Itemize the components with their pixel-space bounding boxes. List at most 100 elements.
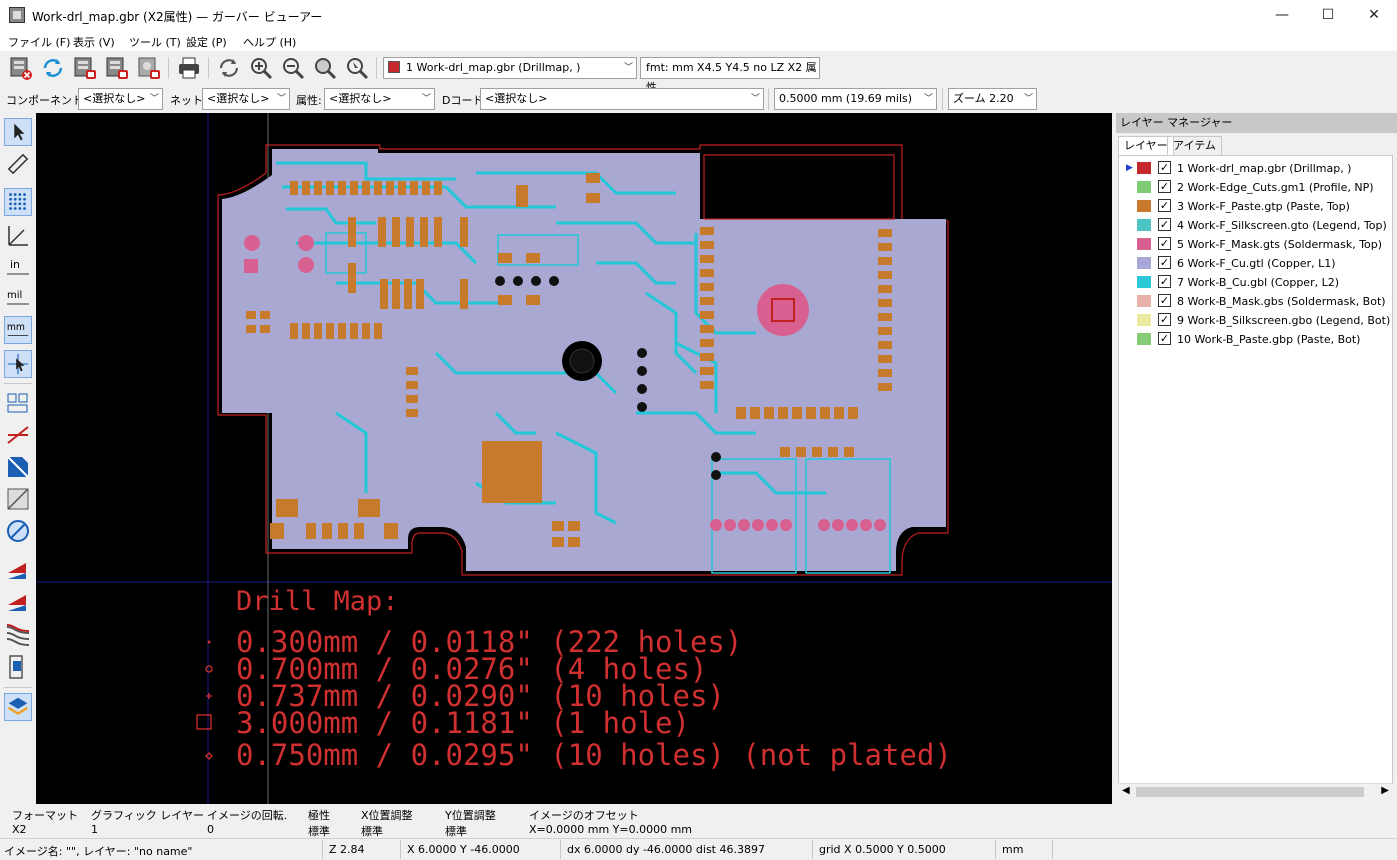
layer-color-swatch[interactable] [1137, 257, 1151, 269]
layer-color-swatch[interactable] [1137, 162, 1151, 174]
select-arrow-icon[interactable] [4, 118, 32, 146]
layers-diff-mode-icon[interactable] [4, 555, 32, 583]
layer-color-swatch[interactable] [1137, 219, 1151, 231]
tab-items[interactable]: アイテム [1167, 136, 1222, 155]
scrollbar-thumb[interactable] [1136, 787, 1364, 797]
dcodes-display-icon[interactable] [4, 517, 32, 545]
format-value: X2 [12, 823, 27, 836]
menu-bar: ファイル (F) 表示 (V) ツール (T) 設定 (P) ヘルプ (H) [0, 31, 1397, 51]
flip-view-icon[interactable] [4, 653, 32, 681]
scroll-left-icon[interactable]: ◀ [1122, 785, 1130, 796]
layer-manager-header: レイヤー マネージャー [1116, 113, 1397, 133]
zoom-to-objects-icon[interactable] [344, 55, 370, 81]
tab-layers[interactable]: レイヤー [1118, 136, 1174, 155]
menu-settings[interactable]: 設定 (P) [186, 34, 227, 50]
layer-color-swatch[interactable] [1137, 181, 1151, 193]
zoom-out-icon[interactable] [280, 55, 306, 81]
layer-color-swatch[interactable] [1137, 314, 1151, 326]
layer-visibility-checkbox[interactable]: ✓ [1158, 275, 1171, 288]
layer-row[interactable]: ✓ 10 Work-B_Paste.gbp (Paste, Bot) [1119, 330, 1389, 349]
lines-sketch-icon[interactable] [4, 421, 32, 449]
inch-units-icon[interactable]: in [4, 254, 32, 282]
layer-visibility-checkbox[interactable]: ✓ [1158, 161, 1171, 174]
drawing-canvas[interactable]: Drill Map: 0.300mm / 0.0118" (222 holes)… [36, 113, 1112, 804]
erase-gerber-icon[interactable] [72, 55, 98, 81]
measure-ruler-icon[interactable] [4, 150, 32, 178]
layer-visibility-checkbox[interactable]: ✓ [1158, 313, 1171, 326]
active-layer-select[interactable]: 1 Work-drl_map.gbr (Drillmap, ) ﹀ [383, 57, 637, 79]
drill-map-line: 3.000mm / 0.1181" (1 hole) [236, 706, 690, 740]
layer-row[interactable]: ✓ 3 Work-F_Paste.gtp (Paste, Top) [1119, 197, 1389, 216]
layer-row[interactable]: ✓ 6 Work-F_Cu.gtl (Copper, L1) [1119, 254, 1389, 273]
dcode-select[interactable]: <選択なし> ﹀ [480, 88, 764, 110]
zoom-fit-icon[interactable] [312, 55, 338, 81]
mil-units-icon[interactable]: mil [4, 284, 32, 312]
menu-help[interactable]: ヘルプ (H) [243, 34, 296, 50]
reload-icon[interactable] [40, 55, 66, 81]
layer-color-swatch[interactable] [1137, 295, 1151, 307]
chevron-down-icon: ﹀ [750, 94, 760, 104]
flash-items-outline-icon[interactable] [4, 389, 32, 417]
y-adjust-label: Y位置調整 [445, 809, 496, 822]
high-contrast-icon[interactable] [4, 587, 32, 615]
attribute-select[interactable]: <選択なし> ﹀ [324, 88, 435, 110]
layer-visibility-checkbox[interactable]: ✓ [1158, 199, 1171, 212]
svg-text:mil: mil [7, 290, 22, 301]
erase-layer-icon[interactable] [136, 55, 162, 81]
format-info-box: fmt: mm X4.5 Y4.5 no LZ X2 属性 [640, 57, 820, 94]
grid-select[interactable]: 0.5000 mm (19.69 mils) ﹀ [774, 88, 937, 110]
zoom-select[interactable]: ズーム 2.20 ﹀ [948, 88, 1037, 110]
tracks-opacity-icon[interactable] [4, 619, 32, 647]
redraw-icon[interactable] [216, 55, 242, 81]
minimize-button[interactable]: — [1259, 0, 1305, 31]
full-crosshair-cursor-icon[interactable] [4, 350, 32, 378]
net-select[interactable]: <選択なし> ﹀ [202, 88, 290, 110]
layer-color-swatch[interactable] [1137, 333, 1151, 345]
attribute-label: 属性: [296, 94, 322, 107]
layer-name: 6 Work-F_Cu.gtl (Copper, L1) [1177, 257, 1336, 270]
layer-row[interactable]: ✓ 8 Work-B_Mask.gbs (Soldermask, Bot) [1119, 292, 1389, 311]
zoom-in-icon[interactable] [248, 55, 274, 81]
layer-visibility-checkbox[interactable]: ✓ [1158, 180, 1171, 193]
layer-visibility-checkbox[interactable]: ✓ [1158, 332, 1171, 345]
filter-toolbar: コンポーネント: <選択なし> ﹀ ネット: <選択なし> ﹀ 属性: <選択なし>… [0, 85, 1397, 113]
layer-visibility-checkbox[interactable]: ✓ [1158, 294, 1171, 307]
window-title: Work-drl_map.gbr (X2属性) — ガーバー ビューアー [32, 10, 323, 24]
layer-name: 7 Work-B_Cu.gbl (Copper, L2) [1177, 276, 1340, 289]
layer-list-scrollbar[interactable]: ◀ ▶ [1118, 783, 1393, 800]
layer-color-swatch[interactable] [1137, 200, 1151, 212]
graphic-layer-value: 1 [91, 823, 98, 836]
print-icon[interactable] [176, 55, 202, 81]
layer-name: 8 Work-B_Mask.gbs (Soldermask, Bot) [1177, 295, 1386, 308]
component-label: コンポーネント: [6, 94, 87, 107]
layer-manager-toggle-icon[interactable] [4, 693, 32, 721]
menu-tools[interactable]: ツール (T) [129, 34, 181, 50]
layer-row[interactable]: ✓ 7 Work-B_Cu.gbl (Copper, L2) [1119, 273, 1389, 292]
erase-drill-icon[interactable] [104, 55, 130, 81]
layer-row[interactable]: ✓ 2 Work-Edge_Cuts.gm1 (Profile, NP) [1119, 178, 1389, 197]
chevron-down-icon: ﹀ [149, 94, 159, 104]
layer-visibility-checkbox[interactable]: ✓ [1158, 237, 1171, 250]
layer-visibility-checkbox[interactable]: ✓ [1158, 218, 1171, 231]
layer-color-swatch[interactable] [1137, 238, 1151, 250]
clear-all-layers-icon[interactable] [8, 55, 34, 81]
mm-units-icon[interactable]: mm [4, 316, 32, 344]
polygons-fill-icon[interactable] [4, 453, 32, 481]
layer-color-swatch[interactable] [1137, 276, 1151, 288]
layer-row[interactable]: ✓ 5 Work-F_Mask.gts (Soldermask, Top) [1119, 235, 1389, 254]
layer-row[interactable]: ▶ ✓ 1 Work-drl_map.gbr (Drillmap, ) [1119, 159, 1389, 178]
layer-row[interactable]: ✓ 9 Work-B_Silkscreen.gbo (Legend, Bot) [1119, 311, 1390, 330]
layer-name: 10 Work-B_Paste.gbp (Paste, Bot) [1177, 333, 1361, 346]
layer-row[interactable]: ✓ 4 Work-F_Silkscreen.gto (Legend, Top) [1119, 216, 1389, 235]
grid-toggle-icon[interactable] [4, 188, 32, 216]
scroll-right-icon[interactable]: ▶ [1381, 785, 1389, 796]
menu-file[interactable]: ファイル (F) [8, 34, 70, 50]
menu-view[interactable]: 表示 (V) [73, 34, 115, 50]
layer-visibility-checkbox[interactable]: ✓ [1158, 256, 1171, 269]
negative-objects-icon[interactable] [4, 485, 32, 513]
close-button[interactable]: ✕ [1351, 0, 1397, 31]
component-select[interactable]: <選択なし> ﹀ [78, 88, 163, 110]
component-select-value: <選択なし> [83, 92, 146, 105]
maximize-button[interactable]: ☐ [1305, 0, 1351, 31]
polar-coords-icon[interactable] [4, 222, 32, 250]
